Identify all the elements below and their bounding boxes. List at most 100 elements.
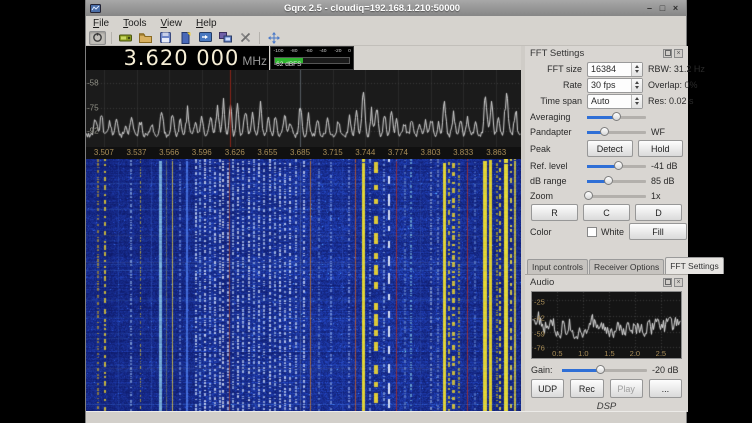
audio-buttons: UDP Rec Play ... bbox=[531, 379, 682, 396]
spectrum-y-label: -75 bbox=[87, 104, 99, 113]
network-button[interactable] bbox=[217, 31, 234, 45]
wrench-screwdriver-icon bbox=[240, 32, 251, 43]
white-checkbox-wrap[interactable]: White bbox=[587, 227, 624, 237]
audio-y-label: -59 bbox=[534, 330, 545, 339]
menu-help[interactable]: Help bbox=[189, 16, 224, 30]
db-range-slider[interactable] bbox=[587, 175, 646, 187]
peak-label: Peak bbox=[530, 144, 582, 154]
menu-tools[interactable]: Tools bbox=[116, 16, 153, 30]
rbw-value: RBW: 31.2 Hz bbox=[648, 64, 705, 74]
fill-button[interactable]: Fill bbox=[629, 223, 687, 240]
zoom-slider[interactable] bbox=[587, 190, 646, 202]
right-panel: FFT Settings × FFT size 16384 RBW: 31.2 … bbox=[525, 46, 688, 412]
remote-display-icon bbox=[199, 32, 212, 43]
spectrum-y-label: -58 bbox=[87, 79, 99, 88]
udp-button[interactable]: UDP bbox=[531, 379, 564, 398]
window-title: Gqrx 2.5 - cloudiq=192.168.1.210:50000 bbox=[101, 3, 643, 14]
tools-button[interactable] bbox=[237, 31, 254, 45]
more-button[interactable]: ... bbox=[649, 379, 682, 398]
slider-handle[interactable] bbox=[596, 365, 605, 374]
zoom-value: 1x bbox=[651, 191, 683, 201]
meter-reading: -62 dBFS bbox=[274, 61, 301, 68]
freq-tick: 3.803 bbox=[421, 148, 441, 157]
play-button[interactable]: Play bbox=[610, 379, 643, 398]
center-button[interactable]: C bbox=[583, 204, 630, 221]
fullscreen-button[interactable] bbox=[265, 31, 282, 45]
time-span-spinbox[interactable]: Auto bbox=[587, 94, 643, 109]
freq-tick: 3.863 bbox=[486, 148, 506, 157]
audio-y-label: -76 bbox=[534, 344, 545, 353]
slider-handle[interactable] bbox=[584, 191, 593, 200]
ref-level-slider[interactable] bbox=[587, 160, 646, 172]
spectrum-canvas[interactable] bbox=[86, 70, 521, 147]
freq-tick: 3.537 bbox=[126, 148, 146, 157]
maximize-button[interactable]: □ bbox=[656, 3, 669, 14]
audio-x-label: 0.5 bbox=[552, 349, 562, 358]
peak-detect-button[interactable]: Detect bbox=[587, 140, 633, 157]
tab-input-controls[interactable]: Input controls bbox=[527, 259, 588, 274]
rate-spinbox[interactable]: 30 fps bbox=[587, 78, 643, 93]
title-bar[interactable]: Gqrx 2.5 - cloudiq=192.168.1.210:50000 –… bbox=[86, 0, 686, 16]
waterfall-canvas[interactable] bbox=[86, 159, 521, 412]
tab-receiver-options[interactable]: Receiver Options bbox=[589, 259, 664, 274]
peak-hold-button[interactable]: Hold bbox=[638, 140, 684, 157]
bookmarks-button[interactable] bbox=[177, 31, 194, 45]
time-span-label: Time span bbox=[530, 96, 582, 106]
pandapter-label: Pandapter bbox=[530, 127, 582, 137]
fft-settings-form: FFT size 16384 RBW: 31.2 Hz Rate 30 fps … bbox=[525, 60, 688, 241]
frequency-digits[interactable]: 3.620 000 bbox=[123, 46, 239, 70]
pandapter-spectrum[interactable]: -58 -75 -92 bbox=[86, 70, 521, 147]
slider-handle[interactable] bbox=[600, 127, 609, 136]
start-dsp-button[interactable] bbox=[89, 31, 106, 45]
menu-file[interactable]: File bbox=[86, 16, 116, 30]
averaging-slider[interactable] bbox=[587, 111, 646, 123]
tab-fft-settings[interactable]: FFT Settings bbox=[665, 257, 724, 274]
audio-x-label: 2.5 bbox=[656, 349, 666, 358]
gain-value: -20 dB bbox=[652, 365, 682, 375]
fft-size-spinbox[interactable]: 16384 bbox=[587, 62, 643, 77]
reset-button[interactable]: R bbox=[531, 204, 578, 221]
configure-io-button[interactable] bbox=[117, 31, 134, 45]
slider-handle[interactable] bbox=[604, 176, 613, 185]
slider-handle[interactable] bbox=[614, 161, 623, 170]
rate-label: Rate bbox=[530, 80, 582, 90]
app-icon bbox=[90, 3, 101, 14]
sdr-device-icon bbox=[119, 33, 132, 43]
toolbar-separator bbox=[111, 32, 112, 44]
floppy-icon bbox=[160, 32, 171, 43]
bookmark-icon bbox=[181, 32, 191, 44]
float-icon[interactable] bbox=[663, 278, 672, 287]
float-icon[interactable] bbox=[663, 49, 672, 58]
pandapter-slider[interactable] bbox=[587, 126, 646, 138]
close-icon[interactable]: × bbox=[674, 278, 683, 287]
gain-slider[interactable] bbox=[562, 364, 647, 376]
frequency-unit: MHz bbox=[242, 54, 267, 68]
zoom-label: Zoom bbox=[530, 191, 582, 201]
audio-spectrum: -25 -42 -59 -76 0.5 1.0 1.5 2.0 2.5 bbox=[531, 291, 682, 359]
freq-tick: 3.685 bbox=[290, 148, 310, 157]
close-button[interactable]: × bbox=[669, 3, 682, 14]
meter-scale: -100-80-60 -40-200 bbox=[273, 48, 351, 54]
close-icon[interactable]: × bbox=[674, 49, 683, 58]
frequency-display[interactable]: 3.620 000 MHz bbox=[86, 46, 269, 70]
menu-bar: File Tools View Help bbox=[86, 16, 686, 30]
freq-tick: 3.626 bbox=[225, 148, 245, 157]
wf-label: WF bbox=[651, 127, 683, 137]
demod-button[interactable]: D bbox=[635, 204, 682, 221]
audio-x-label: 2.0 bbox=[630, 349, 640, 358]
minimize-button[interactable]: – bbox=[643, 3, 656, 14]
save-button[interactable] bbox=[157, 31, 174, 45]
power-icon bbox=[92, 32, 103, 43]
freq-tick: 3.774 bbox=[388, 148, 408, 157]
slider-handle[interactable] bbox=[612, 112, 621, 121]
rec-button[interactable]: Rec bbox=[570, 379, 603, 398]
db-range-value: 85 dB bbox=[651, 176, 683, 186]
audio-y-label: -25 bbox=[534, 298, 545, 307]
open-button[interactable] bbox=[137, 31, 154, 45]
menu-view[interactable]: View bbox=[153, 16, 189, 30]
toolbar-separator bbox=[259, 32, 260, 44]
move-arrows-icon bbox=[268, 32, 280, 44]
remote-display-button[interactable] bbox=[197, 31, 214, 45]
gain-label: Gain: bbox=[531, 365, 557, 375]
white-checkbox[interactable] bbox=[587, 227, 597, 237]
